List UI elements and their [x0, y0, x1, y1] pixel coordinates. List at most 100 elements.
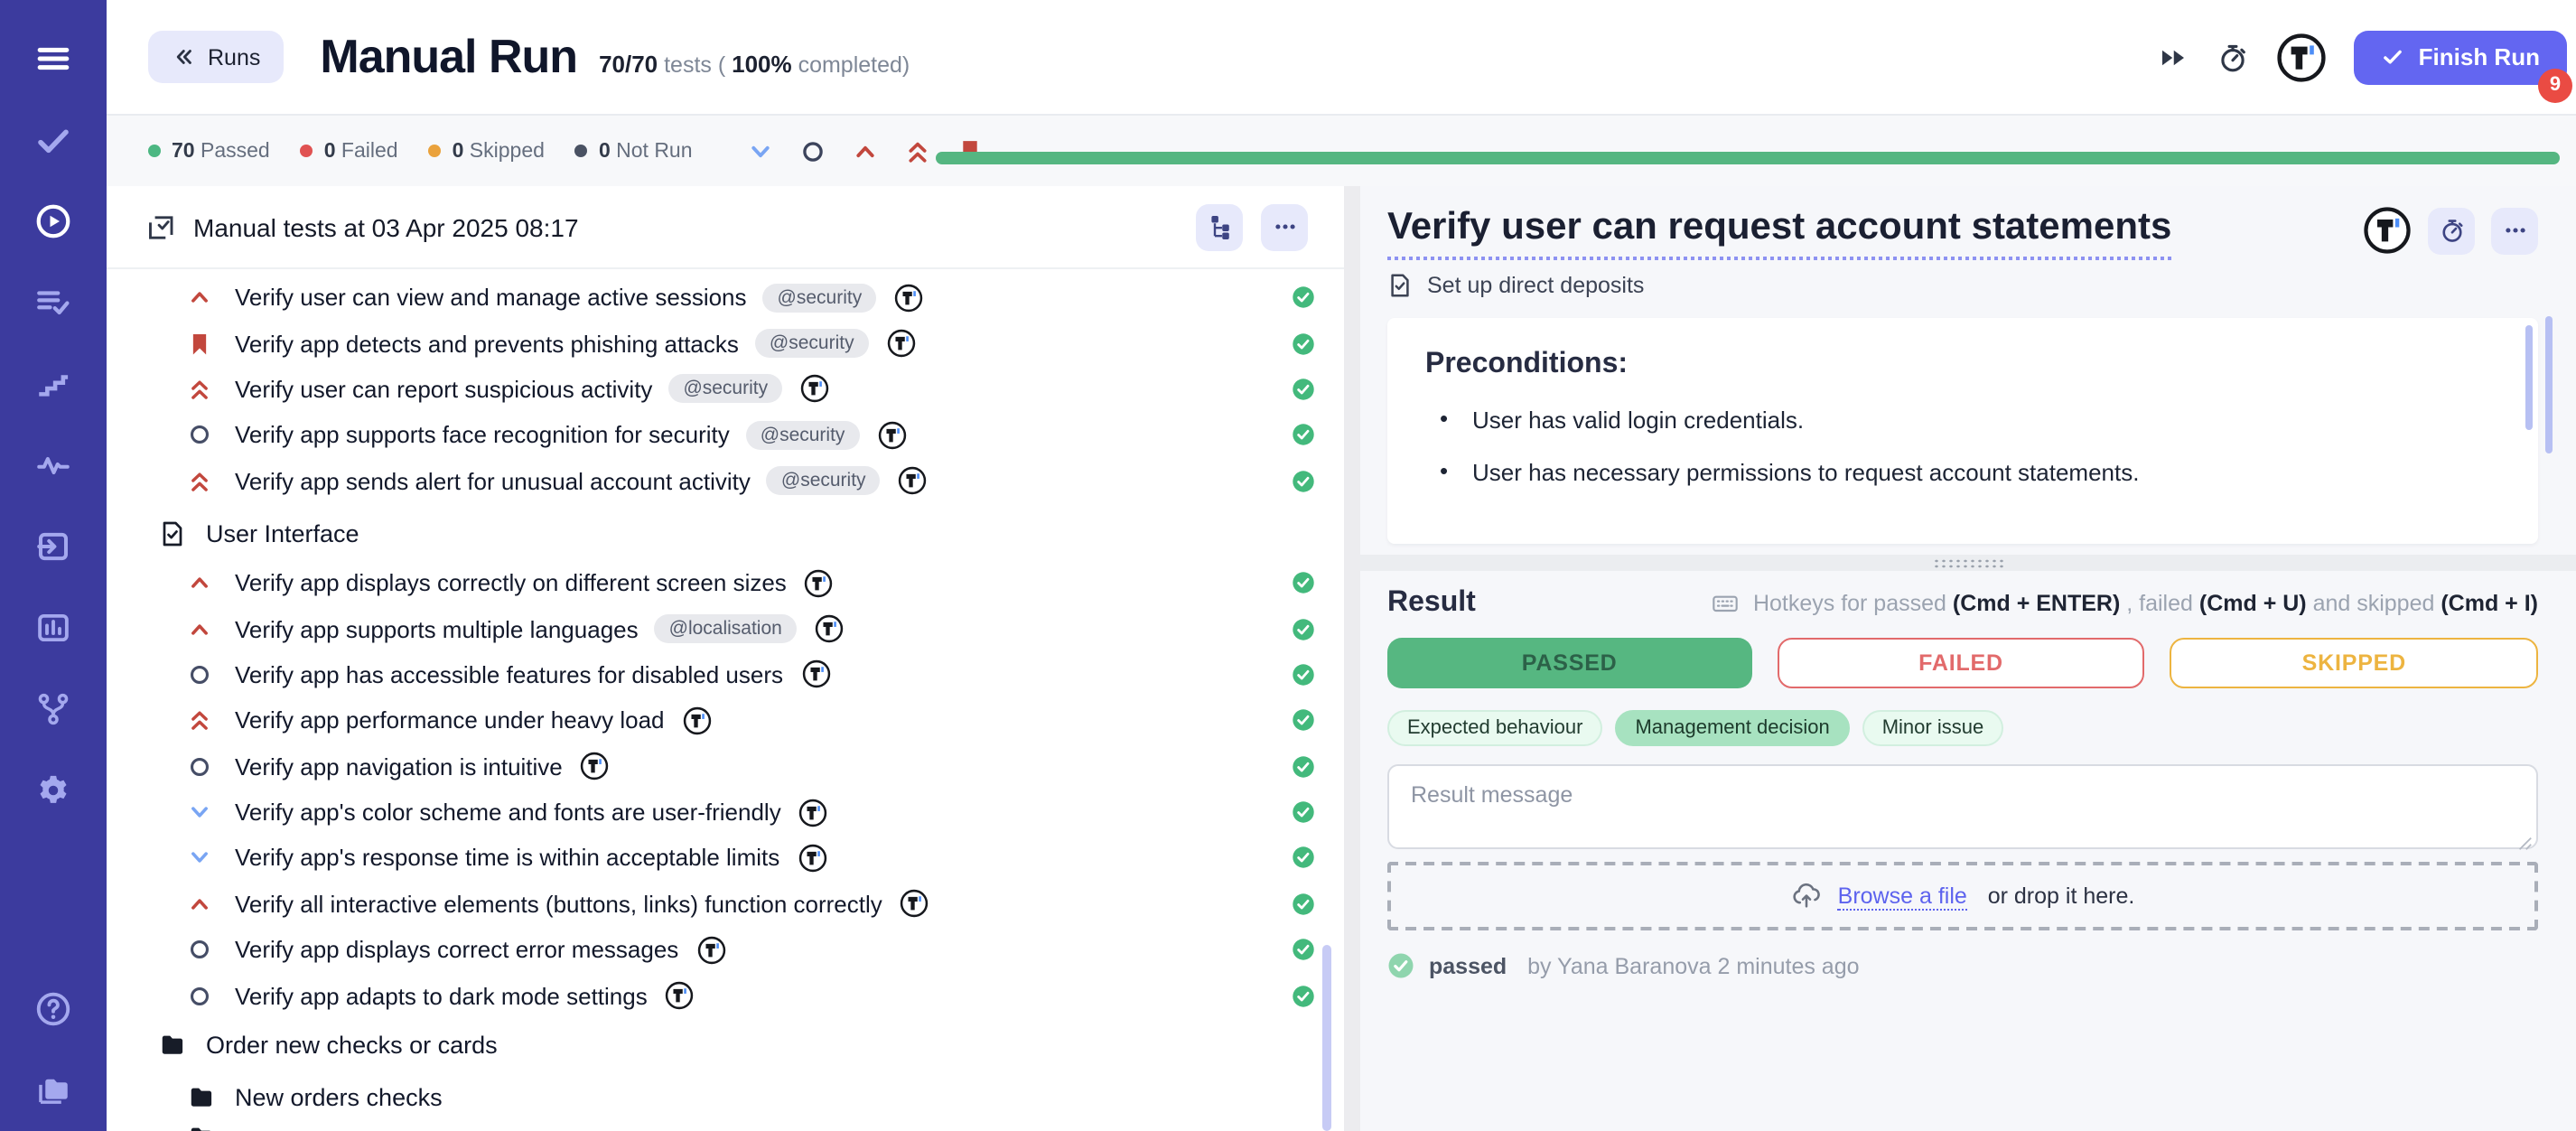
- double-caret-up-icon[interactable]: [906, 138, 931, 164]
- result-button[interactable]: FAILED: [1777, 639, 2144, 689]
- tlogo-icon: [815, 614, 844, 643]
- play-circle-icon[interactable]: [34, 202, 72, 240]
- browse-file-link[interactable]: Browse a file: [1838, 883, 1967, 911]
- sign-in-icon[interactable]: [34, 528, 72, 566]
- top-bar-actions: Finish Run 9: [2157, 30, 2567, 84]
- stopwatch-icon[interactable]: [2217, 41, 2249, 73]
- test-row[interactable]: Verify app has accessible features for d…: [107, 651, 1344, 697]
- tree-view-button[interactable]: [1196, 203, 1243, 250]
- row-title: Verify all interactive elements (buttons…: [235, 891, 882, 918]
- test-row[interactable]: Verify user can report suspicious activi…: [107, 367, 1344, 413]
- bar-chart-icon[interactable]: [34, 609, 72, 647]
- pulse-icon[interactable]: [34, 446, 72, 484]
- result-button[interactable]: PASSED: [1387, 639, 1751, 689]
- tag-pill: @security: [668, 375, 782, 404]
- status-passed-icon: [1292, 754, 1315, 778]
- row-title: Verify app detects and prevents phishing…: [235, 330, 739, 357]
- tlogo-icon: [696, 936, 725, 965]
- folders-icon[interactable]: [34, 1071, 72, 1109]
- tlogo-icon: [901, 890, 929, 919]
- row-title: User Interface: [206, 520, 359, 547]
- tlogo-icon: [683, 706, 712, 735]
- tlogo-icon: [2363, 206, 2412, 255]
- test-row[interactable]: Verify user can view and manage active s…: [107, 275, 1344, 321]
- status-passed-icon: [1292, 332, 1315, 355]
- status-passed-icon: [1292, 378, 1315, 401]
- resize-handle[interactable]: [1360, 556, 2576, 572]
- test-row[interactable]: Verify app navigation is intuitive: [107, 743, 1344, 790]
- caret-up-icon: [188, 571, 211, 594]
- result-button[interactable]: SKIPPED: [2170, 639, 2538, 689]
- test-row[interactable]: [107, 1124, 1344, 1131]
- panel-divider[interactable]: [1344, 186, 1360, 1131]
- row-title: Verify app supports face recognition for…: [235, 422, 730, 449]
- caret-up-icon[interactable]: [854, 138, 879, 164]
- test-row[interactable]: Verify app displays correctly on differe…: [107, 560, 1344, 606]
- ellipsis-icon: [2501, 217, 2528, 244]
- tag-pill: @security: [746, 421, 860, 450]
- card-scrollbar[interactable]: [2525, 326, 2533, 431]
- check-icon[interactable]: [34, 121, 72, 159]
- left-panel-scrollbar[interactable]: [1322, 945, 1331, 1131]
- caret-up-icon: [188, 893, 211, 916]
- double-caret-up-icon: [188, 470, 211, 493]
- back-to-runs-button[interactable]: Runs: [148, 31, 284, 83]
- title-group: Manual Run 70/70 tests ( 100% completed): [320, 29, 910, 85]
- hamburger-icon[interactable]: [34, 40, 72, 78]
- tlogo-icon[interactable]: [2276, 32, 2327, 82]
- cloud-upload-icon: [1791, 881, 1824, 913]
- fast-forward-icon[interactable]: [2157, 41, 2189, 73]
- resize-corner-icon[interactable]: [2516, 828, 2533, 845]
- steps-icon[interactable]: [34, 365, 72, 403]
- test-row[interactable]: Verify app detects and prevents phishing…: [107, 321, 1344, 367]
- list-check-icon[interactable]: [34, 284, 72, 322]
- test-row[interactable]: Verify app displays correct error messag…: [107, 927, 1344, 973]
- status-passed-icon: [1292, 424, 1315, 447]
- tag-pill: @localisation: [655, 614, 797, 643]
- status-passed-icon: [1292, 939, 1315, 962]
- test-row[interactable]: Verify app performance under heavy load: [107, 697, 1344, 743]
- test-row[interactable]: Verify app sends alert for unusual accou…: [107, 458, 1344, 504]
- test-row[interactable]: Verify app supports face recognition for…: [107, 412, 1344, 458]
- more-options-button[interactable]: [1261, 203, 1308, 250]
- test-row[interactable]: Verify app's color scheme and fonts are …: [107, 790, 1344, 836]
- test-row[interactable]: User Interface: [107, 508, 1344, 560]
- row-title: Verify app's color scheme and fonts are …: [235, 799, 781, 826]
- status-passed-icon: [1292, 663, 1315, 687]
- test-row[interactable]: Verify all interactive elements (buttons…: [107, 881, 1344, 927]
- test-row[interactable]: New orders checks: [107, 1071, 1344, 1124]
- doc-check-icon: [159, 520, 186, 547]
- help-icon[interactable]: [34, 990, 72, 1028]
- chevron-down-icon[interactable]: [749, 138, 774, 164]
- tree-actions: [1196, 203, 1308, 250]
- more-options-button[interactable]: [2491, 207, 2538, 254]
- right-panel-scrollbar[interactable]: [2545, 316, 2553, 453]
- finish-run-button[interactable]: Finish Run 9: [2354, 30, 2567, 84]
- circle-icon[interactable]: [801, 138, 826, 164]
- test-row[interactable]: Order new checks or cards: [107, 1019, 1344, 1071]
- progress-bar: [936, 152, 2560, 164]
- test-tree-panel: Manual tests at 03 Apr 2025 08:17 Verify…: [107, 186, 1344, 1131]
- timer-button[interactable]: [2428, 207, 2475, 254]
- branch-icon[interactable]: [34, 690, 72, 728]
- preconditions-list: User has valid login credentials.User ha…: [1425, 407, 2500, 487]
- suite-breadcrumb[interactable]: Set up direct deposits: [1387, 274, 2538, 299]
- row-title: Verify app displays correct error messag…: [235, 937, 678, 964]
- result-tag[interactable]: Minor issue: [1862, 711, 2004, 747]
- test-row[interactable]: Verify app adapts to dark mode settings: [107, 973, 1344, 1019]
- gear-icon[interactable]: [34, 771, 72, 809]
- test-row[interactable]: Verify app supports multiple languages @…: [107, 606, 1344, 652]
- status-dot: [148, 145, 161, 157]
- tlogo-icon: [894, 283, 923, 312]
- file-drop-area[interactable]: Browse a file or drop it here.: [1387, 863, 2538, 931]
- result-tag[interactable]: Management decision: [1615, 711, 1849, 747]
- tag-pill: @security: [767, 467, 881, 496]
- bookmark-icon: [188, 332, 211, 355]
- detail-actions: [2363, 204, 2538, 255]
- status-counts: 70 Passed0 Failed0 Skipped0 Not Run: [148, 140, 723, 162]
- result-message-input[interactable]: [1387, 765, 2538, 850]
- status-stat: 0 Skipped: [429, 140, 545, 162]
- result-tag[interactable]: Expected behaviour: [1387, 711, 1602, 747]
- test-row[interactable]: Verify app's response time is within acc…: [107, 836, 1344, 882]
- double-caret-up-icon: [188, 709, 211, 733]
